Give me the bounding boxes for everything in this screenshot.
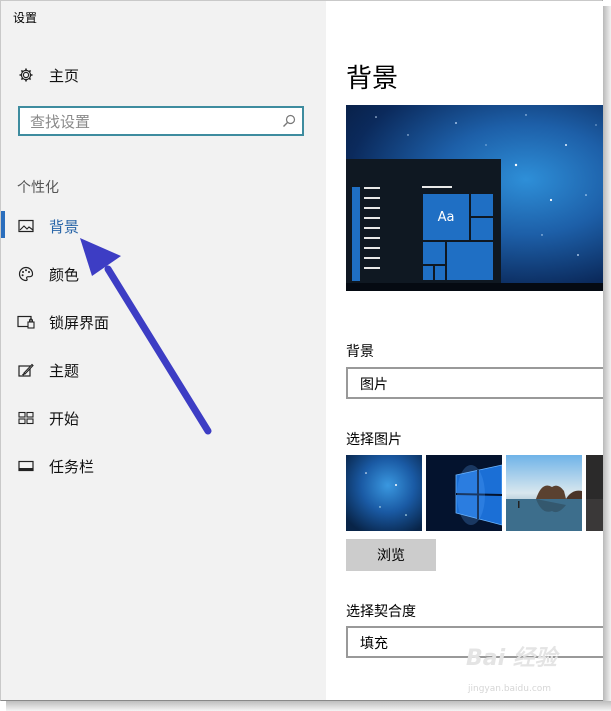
watermark: Bai 经验 [466,646,557,671]
window-shadow-right [603,6,611,706]
sidebar-item-label: 锁屏界面 [49,314,110,332]
nav-home-label: 主页 [49,67,80,85]
choose-picture-label: 选择图片 [346,432,402,448]
palette-icon [17,266,35,282]
gear-icon [17,67,35,83]
tile-aa: Aa [422,193,470,241]
menu-line [364,257,380,259]
sidebar-item-label: 颜色 [49,266,80,284]
sidebar-item-background[interactable]: 背景 [1,209,326,243]
sidebar: 设置 主页 个性化 背景 颜色 [1,1,326,700]
menu-line [364,207,380,209]
menu-line [364,227,380,229]
sidebar-item-lock-screen[interactable]: 锁屏界面 [1,305,326,339]
menu-line [364,197,380,199]
thumbnail-space-blue[interactable] [346,455,422,531]
sidebar-item-taskbar[interactable]: 任务栏 [1,449,326,483]
menu-line [364,187,380,189]
menu-line [364,267,380,269]
main-panel: 背景 Aa 背景 图片 选择图片 浏览 选择契合度 填充 [326,1,603,700]
taskbar-icon [17,458,35,474]
lock-screen-icon [17,314,35,330]
thumbnail-beach[interactable] [506,455,582,531]
background-dropdown-value: 图片 [360,377,388,393]
start-menu-preview: Aa [346,159,501,283]
menu-line [364,217,380,219]
desktop-preview: Aa [346,105,603,291]
settings-window: 设置 主页 个性化 背景 颜色 [0,0,603,701]
fit-dropdown-value: 填充 [360,636,388,652]
thumbnail-windows-10[interactable] [426,455,502,531]
image-icon [17,218,35,234]
tile [422,241,446,265]
thumbnail-dark-partial[interactable] [586,455,603,531]
sidebar-item-colors[interactable]: 颜色 [1,257,326,291]
sidebar-item-label: 开始 [49,410,80,428]
fit-label: 选择契合度 [346,604,416,620]
sidebar-item-label: 任务栏 [49,458,95,476]
search-icon[interactable] [282,113,296,132]
sidebar-item-label: 背景 [49,218,80,236]
sidebar-item-start[interactable]: 开始 [1,401,326,435]
window-title: 设置 [13,11,38,25]
start-tiles-icon [17,410,35,426]
menu-line [364,237,380,239]
tile [470,193,494,217]
start-menu-rail [352,187,360,281]
background-label: 背景 [346,344,374,360]
tile [434,265,446,281]
tile [422,265,434,281]
menu-line [364,247,380,249]
sidebar-item-label: 主题 [49,362,80,380]
tile [446,241,494,281]
theme-brush-icon [17,362,35,378]
browse-button[interactable]: 浏览 [346,539,436,571]
watermark-url: jingyan.baidu.com [468,684,552,694]
sidebar-item-themes[interactable]: 主题 [1,353,326,387]
background-dropdown[interactable]: 图片 [346,367,603,399]
section-title: 个性化 [17,180,59,196]
page-title: 背景 [346,64,399,94]
window-shadow-bottom [6,701,611,711]
search-box[interactable] [18,106,304,136]
taskbar-preview [346,283,603,291]
nav-home[interactable]: 主页 [1,58,326,92]
tile [470,217,494,241]
search-input[interactable] [28,111,272,133]
tiles-header-line [422,186,452,188]
